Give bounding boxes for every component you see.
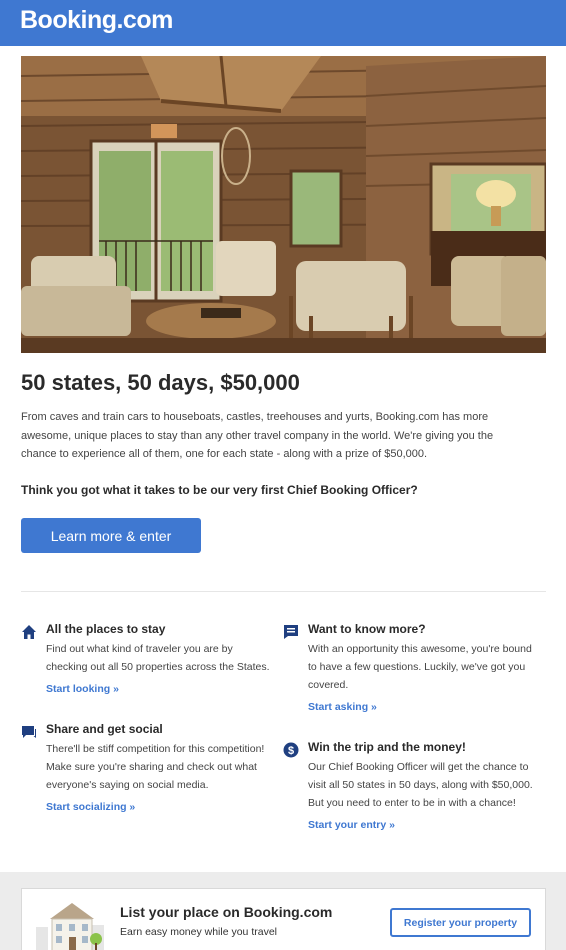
feature-title: All the places to stay: [46, 622, 166, 636]
list-your-place-card: List your place on Booking.com Earn easy…: [21, 888, 546, 950]
footer-subtitle: Earn easy money while you travel: [120, 926, 277, 938]
start-your-entry-link[interactable]: Start your entry »: [308, 819, 395, 831]
feature-title: Share and get social: [46, 722, 163, 736]
section-divider: [21, 591, 546, 592]
feature-description: There'll be stiff competition for this c…: [46, 743, 265, 791]
cbo-question: Think you got what it takes to be our ve…: [21, 483, 418, 497]
feature-title: Want to know more?: [308, 622, 426, 636]
feature-want-to-know-more: Want to know more? With an opportunity t…: [283, 622, 532, 722]
feature-share-and-get-social: Share and get social There'll be stiff c…: [21, 722, 264, 822]
svg-text:$: $: [288, 745, 294, 757]
cabin-interior-illustration: [21, 56, 546, 353]
feature-description: Find out what kind of traveler you are b…: [46, 643, 270, 673]
comment-icon: [22, 726, 36, 738]
learn-more-enter-button[interactable]: Learn more & enter: [21, 518, 201, 553]
top-bar: Booking.com: [0, 0, 566, 46]
start-looking-link[interactable]: Start looking »: [46, 683, 119, 695]
feature-win-the-trip: $ Win the trip and the money! Our Chief …: [283, 740, 533, 840]
register-property-button[interactable]: Register your property: [390, 908, 531, 937]
start-socializing-link[interactable]: Start socializing »: [46, 801, 135, 813]
feature-description: Our Chief Booking Officer will get the c…: [308, 761, 533, 809]
home-icon: [22, 625, 36, 639]
intro-paragraph: From caves and train cars to houseboats,…: [21, 411, 494, 460]
booking-logo[interactable]: Booking.com: [20, 6, 173, 35]
house-illustration: [36, 903, 104, 950]
start-asking-link[interactable]: Start asking »: [308, 701, 377, 713]
page-headline: 50 states, 50 days, $50,000: [21, 370, 300, 395]
hero-image: [21, 56, 546, 353]
footer-title: List your place on Booking.com: [120, 904, 333, 920]
feature-places-to-stay: All the places to stay Find out what kin…: [21, 622, 270, 702]
chat-icon: [284, 625, 298, 639]
dollar-icon: $: [283, 742, 299, 758]
feature-title: Win the trip and the money!: [308, 740, 466, 754]
feature-description: With an opportunity this awesome, you're…: [308, 643, 532, 691]
